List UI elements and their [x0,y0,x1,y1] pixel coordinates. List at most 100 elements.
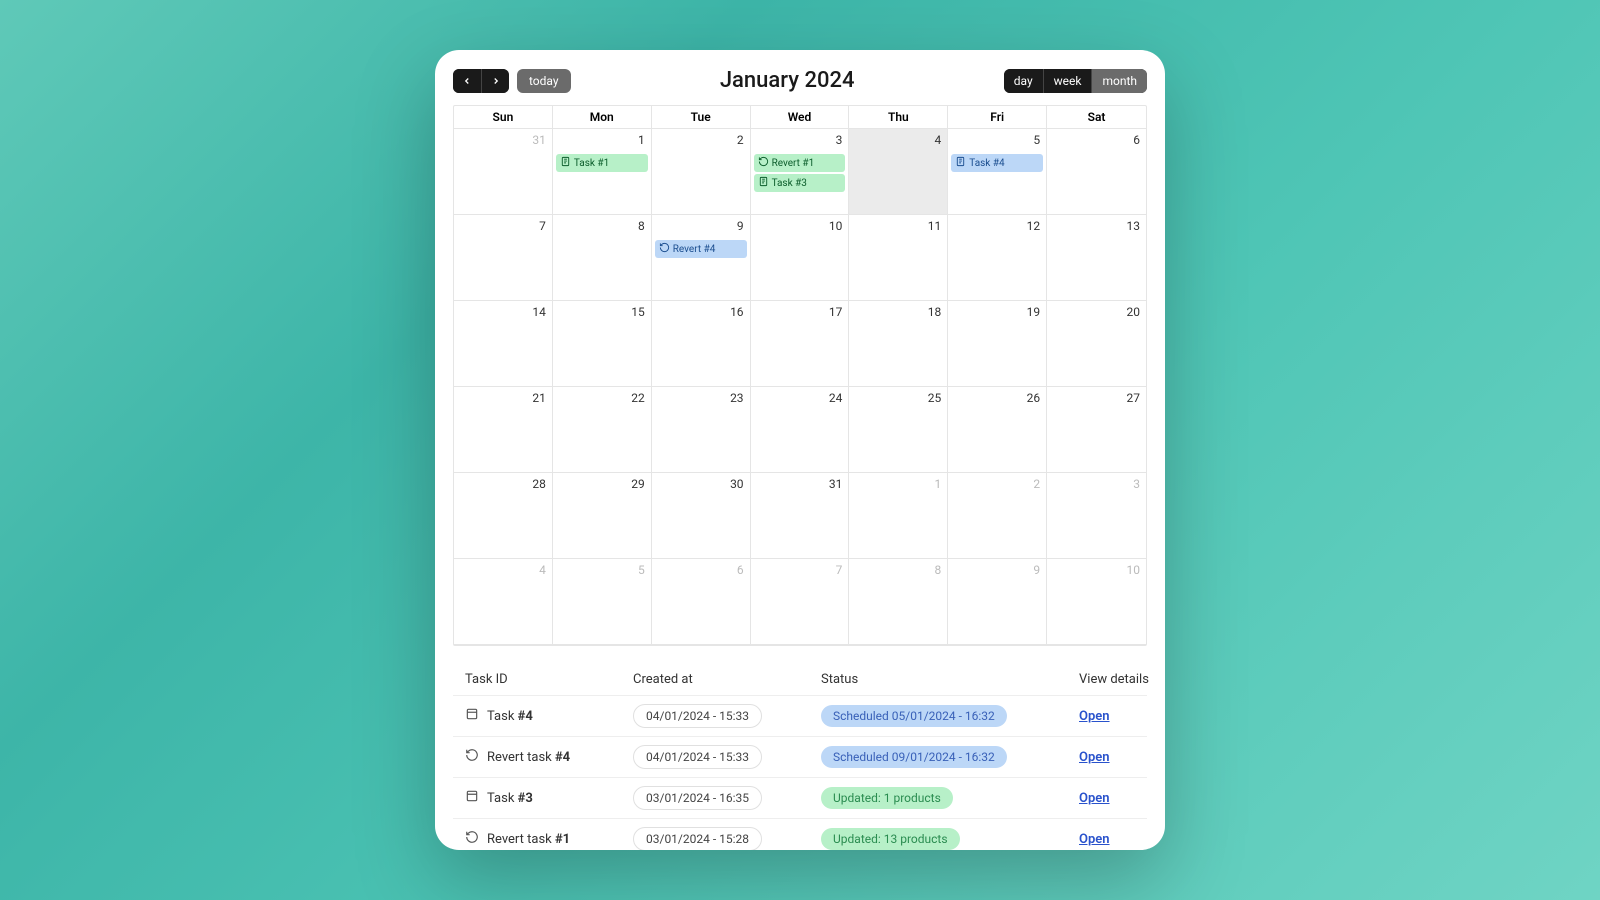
status-pill: Updated: 1 products [821,787,953,809]
day-number: 28 [532,477,546,491]
day-number: 31 [829,477,843,491]
day-cell[interactable]: 8 [553,215,652,301]
day-number: 22 [631,391,645,405]
day-cell[interactable]: 4 [454,559,553,645]
prev-button[interactable] [453,69,481,93]
event-label: Revert #1 [772,158,815,169]
calendar-event[interactable]: Revert #1 [754,154,846,172]
task-icon [758,176,769,190]
task-icon [465,789,479,807]
task-icon [955,156,966,170]
next-button[interactable] [481,69,509,93]
day-number: 6 [1133,133,1140,147]
day-cell[interactable]: 19 [948,301,1047,387]
day-number: 3 [836,133,843,147]
day-number: 4 [539,563,546,577]
day-number: 8 [935,563,942,577]
day-cell[interactable]: 6 [1047,129,1146,215]
day-cell[interactable]: 10 [1047,559,1146,645]
day-number: 6 [737,563,744,577]
status-pill: Updated: 13 products [821,828,960,850]
day-cell[interactable]: 31 [454,129,553,215]
day-cell[interactable]: 5 [553,559,652,645]
view-day-button[interactable]: day [1004,69,1043,93]
task-table: Task ID Created at Status View details T… [453,664,1147,850]
day-cell[interactable]: 27 [1047,387,1146,473]
day-cell[interactable]: 29 [553,473,652,559]
calendar-event[interactable]: Task #3 [754,174,846,192]
day-cell[interactable]: 26 [948,387,1047,473]
view-week-button[interactable]: week [1043,69,1092,93]
day-cell[interactable]: 7 [751,559,850,645]
day-cell[interactable]: 5Task #4 [948,129,1047,215]
day-cell[interactable]: 4 [849,129,948,215]
day-number: 7 [836,563,843,577]
day-cell[interactable]: 10 [751,215,850,301]
day-cell[interactable]: 21 [454,387,553,473]
day-number: 1 [638,133,645,147]
day-cell[interactable]: 22 [553,387,652,473]
day-number: 4 [935,133,942,147]
day-cell[interactable]: 23 [652,387,751,473]
day-number: 24 [829,391,843,405]
open-link[interactable]: Open [1079,791,1110,806]
day-number: 16 [730,305,744,319]
calendar-event[interactable]: Task #4 [951,154,1043,172]
day-number: 2 [737,133,744,147]
day-cell[interactable]: 2 [652,129,751,215]
created-pill: 04/01/2024 - 15:33 [633,745,762,769]
day-cell[interactable]: 2 [948,473,1047,559]
day-number: 10 [1126,563,1140,577]
day-cell[interactable]: 8 [849,559,948,645]
dow-cell: Mon [553,106,652,128]
day-cell[interactable]: 11 [849,215,948,301]
open-link[interactable]: Open [1079,832,1110,847]
day-cell[interactable]: 6 [652,559,751,645]
day-cell[interactable]: 14 [454,301,553,387]
day-cell[interactable]: 3 [1047,473,1146,559]
day-number: 8 [638,219,645,233]
day-cell[interactable]: 9Revert #4 [652,215,751,301]
calendar-panel: today January 2024 day week month SunMon… [435,50,1165,850]
day-number: 15 [631,305,645,319]
day-number: 1 [935,477,942,491]
revert-icon [465,830,479,848]
day-number: 14 [532,305,546,319]
table-row: Revert task #404/01/2024 - 15:33Schedule… [453,736,1147,777]
day-number: 27 [1126,391,1140,405]
revert-icon [465,748,479,766]
day-number: 13 [1126,219,1140,233]
day-cell[interactable]: 28 [454,473,553,559]
calendar-event[interactable]: Revert #4 [655,240,747,258]
day-cell[interactable]: 16 [652,301,751,387]
day-cell[interactable]: 25 [849,387,948,473]
day-cell[interactable]: 17 [751,301,850,387]
chevron-right-icon [491,76,501,86]
task-id-cell: Task #4 [465,707,625,725]
day-cell[interactable]: 1 Task #1 [553,129,652,215]
event-label: Task #4 [969,158,1004,169]
day-cell[interactable]: 24 [751,387,850,473]
day-cell[interactable]: 3 Revert #1 Task #3 [751,129,850,215]
day-cell[interactable]: 18 [849,301,948,387]
day-cell[interactable]: 12 [948,215,1047,301]
day-cell[interactable]: 1 [849,473,948,559]
day-cell[interactable]: 15 [553,301,652,387]
task-icon [465,707,479,725]
day-cell[interactable]: 31 [751,473,850,559]
open-link[interactable]: Open [1079,709,1110,724]
day-cell[interactable]: 20 [1047,301,1146,387]
today-button[interactable]: today [517,69,571,93]
day-cell[interactable]: 30 [652,473,751,559]
calendar-event[interactable]: Task #1 [556,154,648,172]
day-number: 26 [1027,391,1041,405]
col-task-id: Task ID [465,672,625,687]
task-icon [560,156,571,170]
day-cell[interactable]: 9 [948,559,1047,645]
dow-cell: Tue [652,106,751,128]
view-month-button[interactable]: month [1091,69,1147,93]
calendar-grid: 311Task #123Revert #1Task #345Task #4678… [454,129,1146,645]
day-cell[interactable]: 13 [1047,215,1146,301]
day-cell[interactable]: 7 [454,215,553,301]
open-link[interactable]: Open [1079,750,1110,765]
